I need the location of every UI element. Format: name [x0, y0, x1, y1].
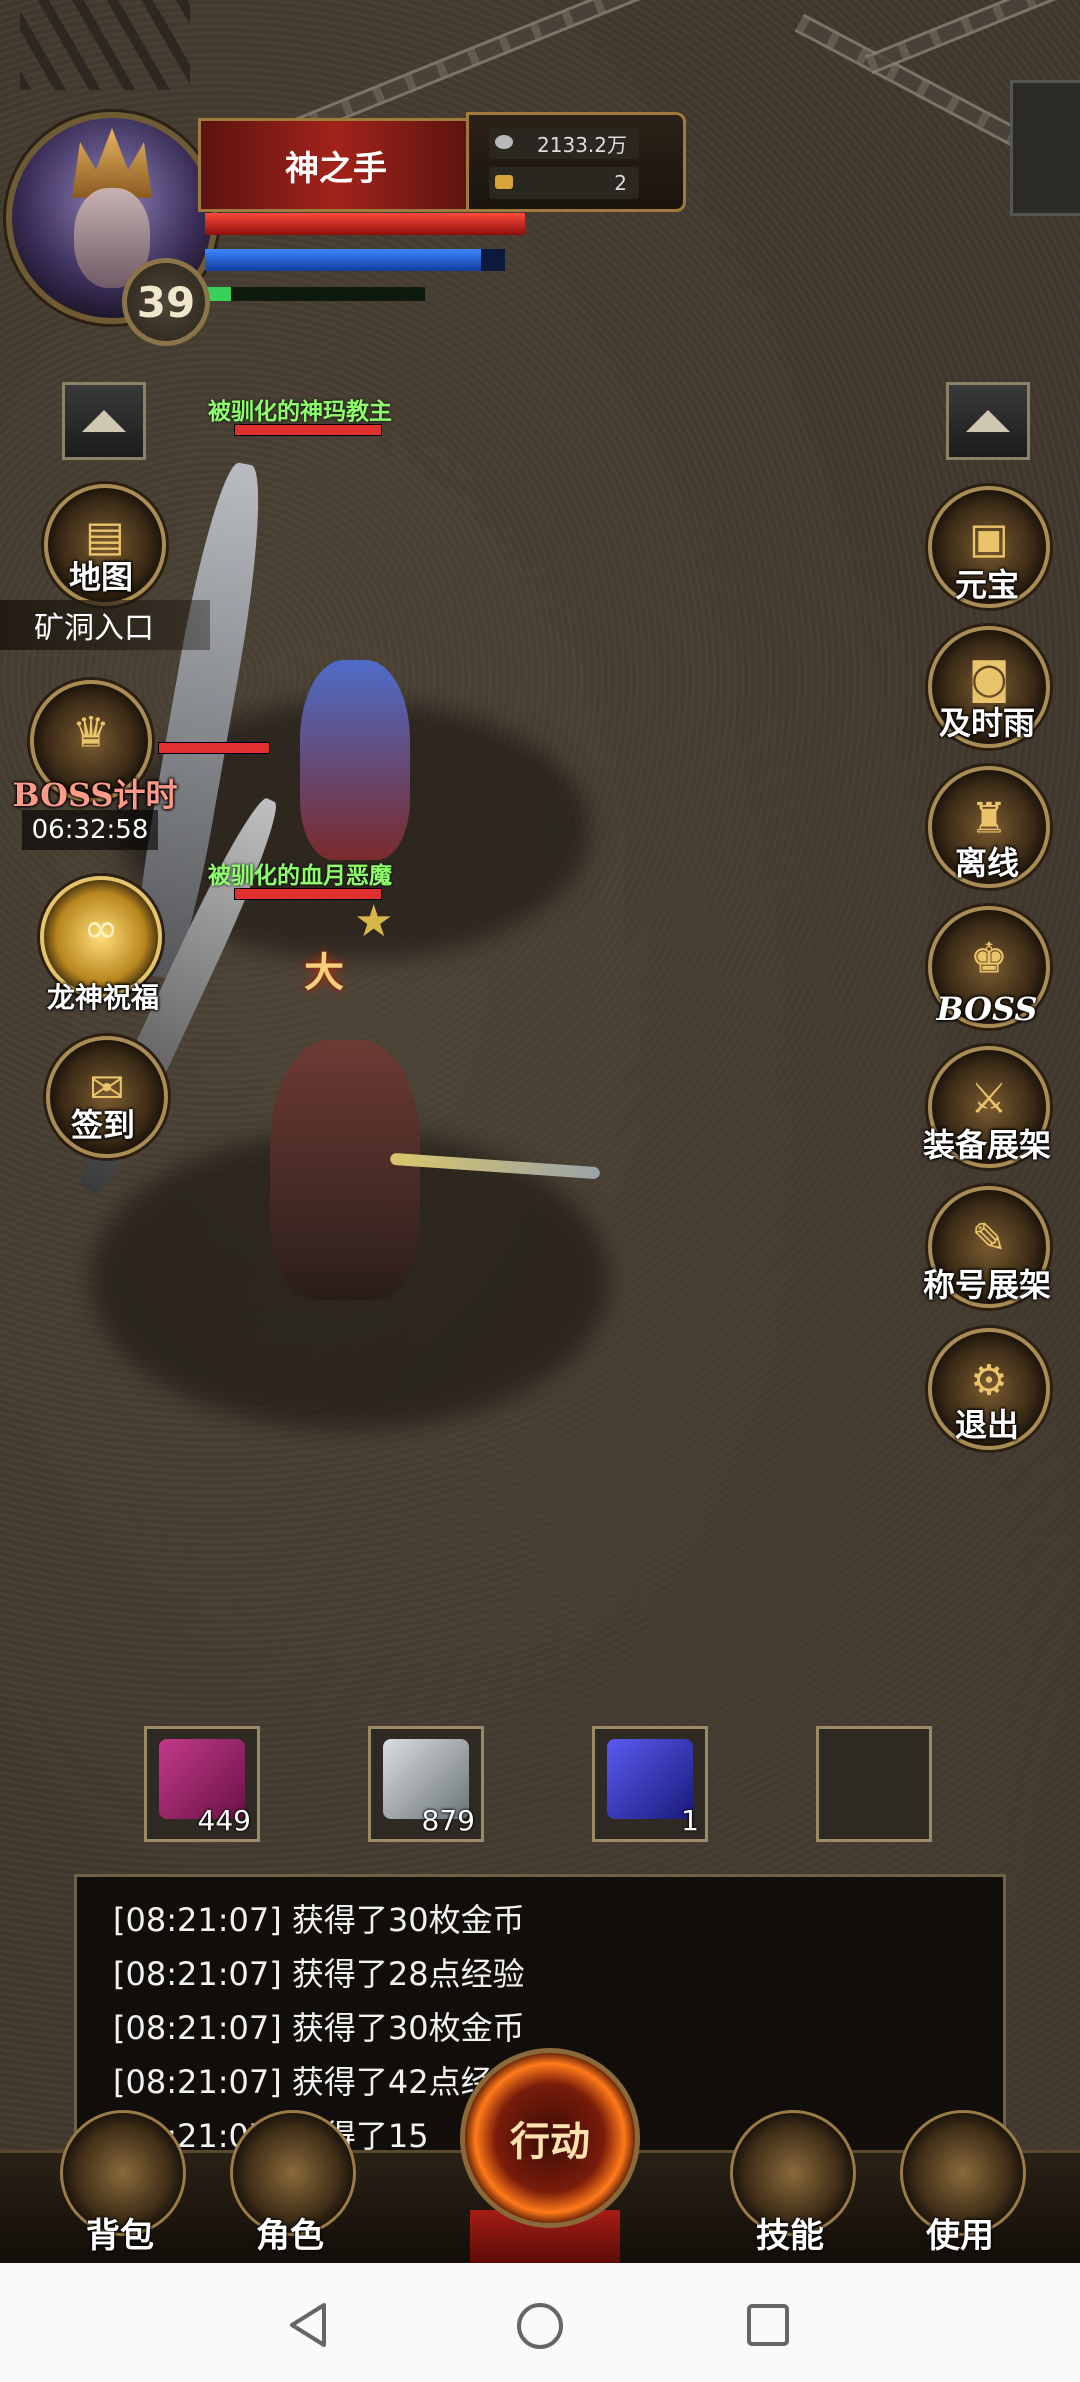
equip-rack-label: 装备展架: [922, 1126, 1051, 1164]
treasure-box-icon: ▣: [969, 513, 1009, 563]
ingot-icon: [495, 175, 513, 189]
back-icon[interactable]: [286, 2301, 330, 2349]
monster-name: 被驯化的神玛教主: [208, 399, 392, 425]
quick-slot-1[interactable]: 449: [144, 1726, 260, 1842]
gold-chest-icon: ◙: [968, 653, 1010, 703]
quick-slot-3[interactable]: 1: [592, 1726, 708, 1842]
skill-label: 技能: [756, 2216, 824, 2256]
action-button[interactable]: 行动: [460, 2048, 640, 2228]
helmet-icon: ♜: [970, 793, 1008, 843]
system-navigation-bar: [0, 2263, 1080, 2382]
chevron-up-icon: [966, 410, 1010, 432]
monster-hp-fill: [235, 425, 381, 435]
monster-blue-armor: [300, 660, 410, 860]
role-label: 角色: [256, 2216, 324, 2256]
offline-label: 离线: [954, 844, 1019, 882]
boss-label: BOSS: [936, 990, 1038, 1028]
left-collapse-button[interactable]: [62, 382, 146, 460]
scroll-quill-icon: ✎: [971, 1213, 1007, 1263]
right-collapse-button[interactable]: [946, 382, 1030, 460]
mp-bar: [205, 249, 505, 271]
log-line: [08:21:07] 获得了28点经验: [113, 1955, 525, 1993]
wooden-scaffold: [20, 0, 190, 90]
sword-icon: ⚔: [970, 1073, 1008, 1123]
item-count: 449: [197, 1804, 251, 1837]
item-count: 879: [421, 1804, 475, 1837]
home-icon[interactable]: [515, 2301, 565, 2351]
log-line: [08:21:07] 获得了42点经: [113, 2063, 493, 2101]
dragon-blessing-label: 龙神祝福: [46, 981, 159, 1014]
boss-mask-icon: ♚: [970, 933, 1008, 983]
monster-hp-bar: [158, 742, 270, 754]
xp-bar: [205, 287, 425, 301]
chevron-up-icon: [82, 410, 126, 432]
monster-hp-fill: [159, 743, 269, 753]
mine-rail: [864, 0, 1080, 75]
boss-timer-countdown: 06:32:58: [22, 810, 158, 850]
currency-panel: 2133.2万 2: [466, 112, 686, 212]
coin-icon: [495, 135, 513, 149]
ingot-amount: 2: [614, 171, 627, 195]
use-label: 使用: [926, 2216, 994, 2256]
title-rack-label: 称号展架: [922, 1266, 1051, 1304]
monster-hp-bar: [234, 424, 382, 436]
location-name: 矿洞入口: [0, 600, 210, 650]
log-line: [08:21:07] 获得了30枚金币: [113, 2009, 525, 2047]
rain-label: 及时雨: [938, 704, 1035, 742]
quick-slot-4[interactable]: [816, 1726, 932, 1842]
mp-bar-fill: [205, 249, 481, 271]
recents-icon[interactable]: [746, 2303, 790, 2347]
sign-in-label: 签到: [70, 1106, 135, 1144]
quick-slot-2[interactable]: 879: [368, 1726, 484, 1842]
map-label: 地图: [68, 558, 133, 596]
demon-head-icon: ♛: [72, 707, 110, 757]
bag-label: 背包: [86, 2216, 154, 2256]
item-count: 1: [681, 1804, 699, 1837]
yuanbao-label: 元宝: [954, 566, 1019, 604]
player-level: 39: [122, 258, 210, 346]
monster-demon-body: [270, 1040, 420, 1300]
gear-icon: ⚙: [970, 1355, 1008, 1405]
exit-label: 退出: [954, 1406, 1019, 1444]
gold-row: 2133.2万: [489, 127, 639, 159]
hp-bar: [205, 213, 525, 235]
player-name: 神之手: [198, 118, 471, 212]
ingot-row: 2: [489, 167, 639, 199]
monster-name: 被驯化的血月恶魔: [208, 863, 392, 889]
hp-bar-fill: [205, 213, 525, 235]
gold-amount: 2133.2万: [537, 132, 627, 157]
golden-dragon-icon: ∞: [83, 903, 119, 953]
skill-effect-text: 大: [304, 950, 360, 996]
log-line: [08:21:07] 获得了30枚金币: [113, 1901, 525, 1939]
mine-cart: [1010, 80, 1080, 216]
